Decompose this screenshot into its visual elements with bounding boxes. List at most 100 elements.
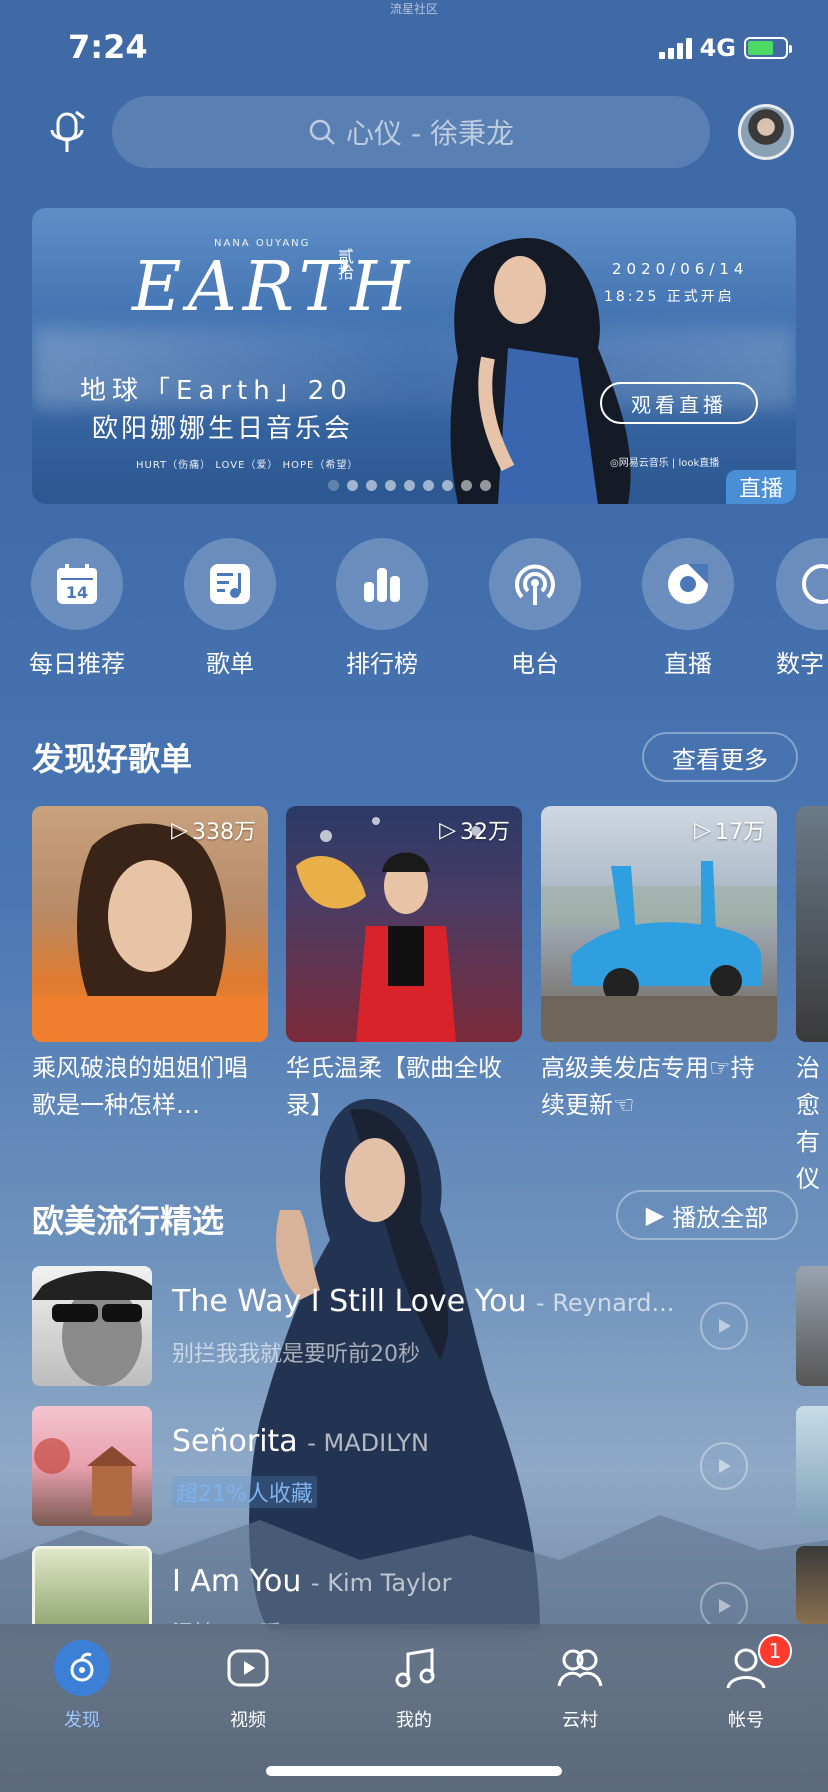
song-title: Señorita — [172, 1424, 298, 1459]
tab-account[interactable]: 1 帐号 — [686, 1634, 806, 1732]
community-icon — [557, 1649, 603, 1687]
quick-label: 排行榜 — [346, 650, 418, 678]
tab-label: 视频 — [230, 1710, 266, 1731]
song-badge: 超21%人收藏 — [172, 1476, 317, 1508]
home-indicator — [266, 1766, 562, 1776]
calendar-icon: 14 — [57, 564, 97, 604]
watch-live-button[interactable]: 观看直播 — [600, 382, 758, 424]
playlist-cover — [796, 806, 828, 1042]
play-all-button[interactable]: ▶ 播放全部 — [616, 1190, 798, 1240]
calendar-day: 14 — [66, 583, 88, 602]
next-page-song-cover — [796, 1406, 828, 1526]
banner-line-3: HURT（伤痛） LOVE（爱） HOPE（希望） — [136, 460, 359, 471]
song-play-button[interactable] — [700, 1582, 748, 1624]
music-note-icon — [395, 1648, 435, 1688]
playlist-card[interactable]: ▷ 32万 华氏温柔【歌曲全收录】 — [286, 806, 522, 1124]
network-label: 4G — [699, 34, 736, 62]
quick-label: 每日推荐 — [29, 650, 125, 678]
song-play-button[interactable] — [700, 1442, 748, 1490]
search-placeholder: 心仪 - 徐秉龙 — [346, 117, 514, 150]
voice-recognition-icon[interactable] — [46, 108, 90, 156]
song-play-button[interactable] — [700, 1302, 748, 1350]
play-count: ▷ 32万 — [439, 817, 510, 846]
song-title: The Way I Still Love You — [172, 1284, 527, 1319]
quick-label: 电台 — [511, 650, 559, 678]
discover-icon — [70, 1652, 94, 1682]
song-row[interactable]: The Way I Still Love You - Reynard... 别拦… — [32, 1266, 796, 1386]
battery-icon — [744, 37, 792, 59]
playlist-name: 乘风破浪的姐姐们唱歌是一种怎样… — [32, 1054, 248, 1119]
songs-section-title: 欧美流行精选 — [32, 1202, 225, 1240]
tab-label: 帐号 — [728, 1710, 764, 1731]
song-row[interactable]: I Am You - Kim Taylor 温情 / 一瞬 — [32, 1546, 796, 1624]
playlists-section-title: 发现好歌单 — [32, 740, 193, 778]
quick-radio[interactable]: 电台 — [470, 538, 600, 679]
song-subtitle: 温情 / 一瞬 — [172, 1616, 281, 1624]
quick-access-row: 14 每日推荐 歌单 排行榜 电台 直播 数字 — [0, 538, 828, 678]
tab-community[interactable]: 云村 — [520, 1640, 640, 1732]
banner-line-2: 欧阳娜娜生日音乐会 — [92, 414, 354, 444]
song-title-line: Señorita - MADILYN — [172, 1424, 429, 1459]
quick-label: 数字 — [776, 650, 824, 678]
song-artist: - Reynard... — [536, 1289, 675, 1317]
quick-daily-recommend[interactable]: 14 每日推荐 — [12, 538, 142, 679]
play-count: ▷ 17万 — [694, 817, 765, 846]
banner-line-1: 地球「Earth」20 — [80, 376, 353, 406]
playlist-card[interactable]: 治愈有仪 — [796, 806, 828, 1198]
playlist-name: 华氏温柔【歌曲全收录】 — [286, 1054, 502, 1119]
banner-start-time: 18:25 正式开启 — [604, 289, 735, 305]
playlist-cover: ▷ 17万 — [541, 806, 777, 1042]
banner-date: 2020/06/14 — [612, 260, 749, 278]
tab-label: 发现 — [64, 1710, 100, 1731]
tab-label: 云村 — [562, 1710, 598, 1731]
play-icon — [719, 1459, 731, 1473]
banner-live-tag: 直播 — [726, 470, 796, 504]
carousel-dots — [328, 480, 491, 491]
song-title-line: The Way I Still Love You - Reynard... — [172, 1284, 674, 1319]
song-cover — [32, 1546, 152, 1624]
playlist-cover: ▷ 338万 — [32, 806, 268, 1042]
video-icon — [227, 1649, 269, 1687]
playlist-name: 高级美发店专用☞持续更新☜ — [541, 1054, 755, 1119]
playlist-name: 治愈有仪 — [796, 1054, 820, 1193]
song-title: I Am You — [172, 1564, 302, 1599]
play-triangle-icon: ▶ — [645, 1201, 665, 1229]
play-icon: ▷ — [694, 817, 711, 843]
playlist-card[interactable]: ▷ 17万 高级美发店专用☞持续更新☜ — [541, 806, 777, 1124]
banner-logo-title: EARTH — [132, 248, 416, 327]
quick-playlist[interactable]: 歌单 — [165, 538, 295, 679]
notification-badge: 1 — [758, 1634, 792, 1668]
quick-digital-album[interactable]: 数字 — [776, 538, 828, 679]
quick-charts[interactable]: 排行榜 — [317, 538, 447, 679]
play-count: ▷ 338万 — [171, 817, 256, 846]
status-top-label: 流星社区 — [389, 2, 438, 16]
banner-logo-number: 贰拾 — [335, 248, 354, 280]
quick-label: 歌单 — [206, 650, 254, 678]
play-icon: ▷ — [171, 817, 188, 843]
user-avatar[interactable] — [738, 104, 794, 160]
search-bar[interactable]: 心仪 - 徐秉龙 — [112, 96, 710, 168]
song-row[interactable]: Señorita - MADILYN 超21%人收藏 — [32, 1406, 796, 1526]
song-cover — [32, 1406, 152, 1526]
song-artist: - MADILYN — [307, 1429, 430, 1457]
view-more-button[interactable]: 查看更多 — [642, 732, 798, 782]
live-icon — [668, 564, 708, 604]
signal-icon — [658, 37, 692, 59]
digital-album-icon — [802, 564, 828, 604]
tab-discover[interactable]: 发现 — [22, 1640, 142, 1732]
song-artist: - Kim Taylor — [310, 1569, 452, 1597]
playlist-icon — [210, 564, 250, 604]
song-cover — [32, 1266, 152, 1386]
playlist-cover: ▷ 32万 — [286, 806, 522, 1042]
radio-icon — [515, 564, 555, 605]
quick-label: 直播 — [664, 650, 712, 678]
status-time: 7:24 — [68, 28, 148, 66]
next-page-song-cover — [796, 1546, 828, 1624]
playlist-card[interactable]: ▷ 338万 乘风破浪的姐姐们唱歌是一种怎样… — [32, 806, 268, 1124]
tab-video[interactable]: 视频 — [188, 1640, 308, 1732]
banner-carousel[interactable]: NANA OUYANG EARTH 贰拾 地球「Earth」20 欧阳娜娜生日音… — [32, 208, 796, 504]
tab-mine[interactable]: 我的 — [354, 1640, 474, 1732]
quick-live[interactable]: 直播 — [623, 538, 753, 679]
play-icon — [719, 1599, 731, 1613]
play-icon — [719, 1319, 731, 1333]
